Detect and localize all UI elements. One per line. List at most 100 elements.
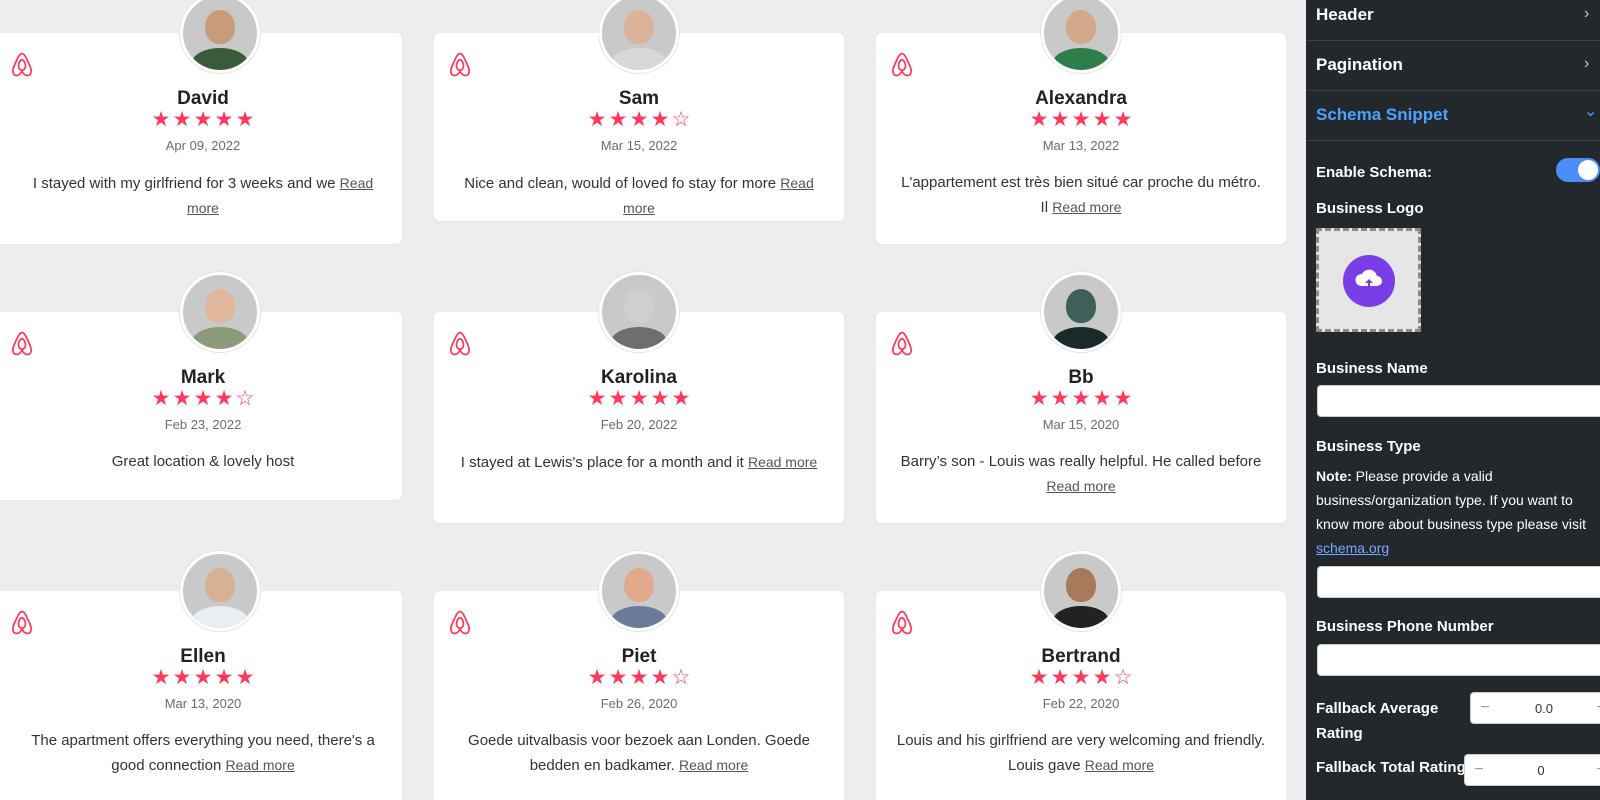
- star-empty-icon: ☆: [235, 387, 255, 410]
- decrement-button[interactable]: −: [1475, 699, 1495, 717]
- review-text: I stayed with my girlfriend for 3 weeks …: [32, 175, 336, 192]
- avatar-head: [624, 10, 654, 44]
- reviewer-avatar: [180, 551, 260, 631]
- star-filled-icon: ★: [1050, 666, 1070, 689]
- review-card: Ellen ★ ★ ★ ★ ★ Mar 13, 2020 The apartment offe…: [0, 551, 402, 800]
- review-date: Mar 15, 2022: [600, 138, 678, 153]
- reviewer-avatar: [1041, 551, 1121, 631]
- fallback-total-rating-value[interactable]: 0: [1495, 763, 1587, 778]
- reviewer-name: David: [177, 88, 229, 109]
- increment-button[interactable]: +: [1591, 761, 1600, 779]
- airbnb-logo-icon: [12, 331, 32, 356]
- review-card: Karolina ★ ★ ★ ★ ★ Feb 20, 2022 I stayed at Lew…: [434, 272, 844, 523]
- review-date: Feb 22, 2020: [1042, 696, 1120, 711]
- avatar-torso: [611, 48, 667, 70]
- reviewer-avatar: [599, 551, 679, 631]
- reviewer-name: Karolina: [600, 367, 678, 388]
- decrement-button[interactable]: −: [1469, 761, 1489, 779]
- review-text: Barry’s son - Louis was really helpful. …: [900, 453, 1262, 470]
- section-schema-snippet[interactable]: Schema Snippet ⌄: [1306, 91, 1600, 141]
- review-text: I stayed at Lewis's place for a month an…: [460, 454, 744, 471]
- section-header[interactable]: Header ›: [1306, 0, 1600, 41]
- star-filled-icon: ★: [193, 387, 213, 410]
- avatar-head: [624, 289, 654, 323]
- avatar-head: [1066, 289, 1096, 323]
- star-filled-icon: ★: [172, 387, 192, 410]
- star-filled-icon: ★: [151, 108, 171, 131]
- review-text: Great location & lovely host: [111, 453, 295, 470]
- business-phone-label: Business Phone Number: [1316, 618, 1494, 635]
- business-type-input[interactable]: [1317, 566, 1600, 598]
- avatar-torso: [192, 327, 248, 349]
- avatar-head: [205, 568, 235, 602]
- star-filled-icon: ★: [650, 387, 670, 410]
- section-header-label: Header: [1316, 5, 1374, 24]
- star-rating: ★ ★ ★ ★ ☆: [876, 667, 1286, 689]
- cloud-upload-icon[interactable]: [1343, 255, 1395, 307]
- review-text: Louis and his girlfriend are very welcom…: [896, 732, 1266, 774]
- section-schema-snippet-label: Schema Snippet: [1316, 105, 1449, 124]
- airbnb-logo-icon: [892, 331, 912, 356]
- star-filled-icon: ★: [671, 387, 691, 410]
- review-text-block: I stayed at Lewis's place for a month an…: [454, 450, 824, 475]
- read-more-link[interactable]: Read more: [1052, 199, 1121, 215]
- avatar-torso: [611, 327, 667, 349]
- read-more-link[interactable]: Read more: [679, 757, 748, 773]
- schema-org-link[interactable]: schema.org: [1316, 540, 1389, 556]
- star-filled-icon: ★: [1113, 108, 1133, 131]
- review-card: Bertrand ★ ★ ★ ★ ☆ Feb 22, 2020 Louis and his g…: [876, 551, 1286, 800]
- chevron-down-icon: ⌄: [1584, 103, 1598, 120]
- reviewer-name: Sam: [618, 88, 660, 109]
- read-more-link[interactable]: Read more: [748, 454, 817, 470]
- avatar-torso: [1053, 48, 1109, 70]
- enable-schema-toggle[interactable]: [1556, 158, 1600, 182]
- star-rating: ★ ★ ★ ★ ★: [4, 109, 402, 131]
- star-filled-icon: ★: [1029, 666, 1049, 689]
- star-rating: ★ ★ ★ ★ ★: [876, 109, 1286, 131]
- star-filled-icon: ★: [151, 387, 171, 410]
- toggle-knob: [1578, 160, 1598, 180]
- avatar-torso: [1053, 327, 1109, 349]
- star-filled-icon: ★: [172, 666, 192, 689]
- star-filled-icon: ★: [1050, 387, 1070, 410]
- star-filled-icon: ★: [587, 387, 607, 410]
- star-filled-icon: ★: [587, 108, 607, 131]
- fallback-average-rating-stepper[interactable]: − 0.0 +: [1470, 692, 1600, 724]
- star-filled-icon: ★: [214, 387, 234, 410]
- review-date: Mar 15, 2020: [1042, 417, 1120, 432]
- review-date: Mar 13, 2022: [1042, 138, 1120, 153]
- airbnb-logo-icon: [12, 610, 32, 635]
- fallback-total-rating-stepper[interactable]: − 0 +: [1464, 754, 1600, 786]
- read-more-link[interactable]: Read more: [226, 757, 295, 773]
- review-date: Feb 23, 2022: [164, 417, 242, 432]
- star-filled-icon: ★: [1050, 108, 1070, 131]
- fallback-average-rating-label: Fallback Average Rating: [1316, 700, 1439, 742]
- star-filled-icon: ★: [1092, 387, 1112, 410]
- airbnb-logo-icon: [892, 52, 912, 77]
- star-rating: ★ ★ ★ ★ ☆: [434, 109, 844, 131]
- enable-schema-label: Enable Schema:: [1316, 164, 1432, 181]
- business-logo-upload[interactable]: [1316, 228, 1421, 332]
- star-rating: ★ ★ ★ ★ ★: [876, 388, 1286, 410]
- increment-button[interactable]: +: [1591, 699, 1600, 717]
- star-filled-icon: ★: [1029, 387, 1049, 410]
- avatar-torso: [192, 606, 248, 628]
- avatar-torso: [192, 48, 248, 70]
- review-text-block: L'appartement est très bien situé car pr…: [896, 171, 1266, 220]
- read-more-link[interactable]: Read more: [1046, 478, 1115, 494]
- star-filled-icon: ★: [1029, 108, 1049, 131]
- reviewer-avatar: [1041, 272, 1121, 352]
- avatar-head: [624, 568, 654, 602]
- star-empty-icon: ☆: [671, 108, 691, 131]
- chevron-right-icon: ›: [1584, 55, 1590, 72]
- section-pagination[interactable]: Pagination ›: [1306, 41, 1600, 91]
- review-text: Goede uitvalbasis voor bezoek aan Londen…: [468, 732, 810, 774]
- avatar-head: [1066, 568, 1096, 602]
- fallback-average-rating-value[interactable]: 0.0: [1501, 701, 1587, 716]
- read-more-link[interactable]: Read more: [1085, 757, 1154, 773]
- business-name-input[interactable]: [1317, 385, 1600, 417]
- reviewer-name: Mark: [180, 367, 226, 388]
- review-text-block: Barry’s son - Louis was really helpful. …: [896, 450, 1266, 499]
- star-filled-icon: ★: [1113, 387, 1133, 410]
- business-phone-input[interactable]: [1317, 644, 1600, 676]
